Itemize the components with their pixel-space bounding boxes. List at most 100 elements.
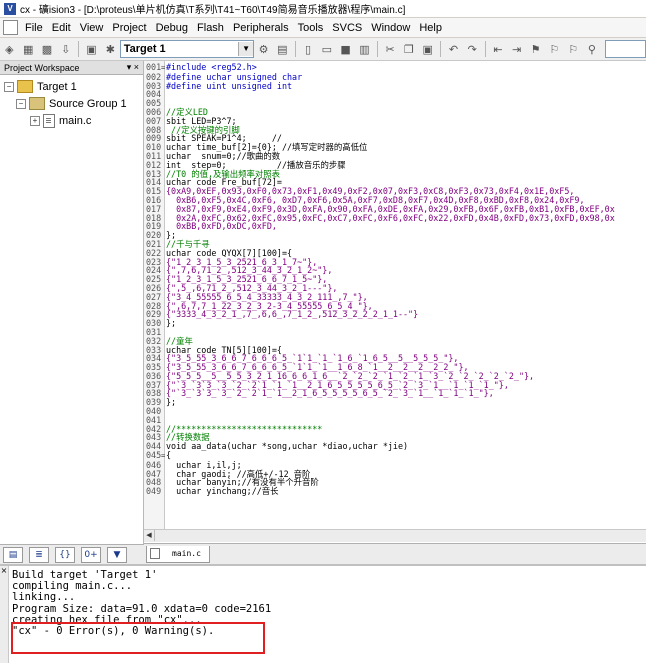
code-text: #define uint unsigned int — [166, 80, 293, 91]
collapse-icon[interactable]: − — [4, 81, 14, 92]
menu-debug[interactable]: Debug — [153, 22, 194, 34]
save-icon[interactable]: ■ — [338, 41, 353, 57]
menu-svcs[interactable]: SVCS — [329, 22, 368, 34]
document-icon[interactable] — [3, 20, 18, 35]
redo-icon[interactable]: ↷ — [465, 41, 480, 57]
toolbar-separator — [484, 41, 486, 57]
templates-tab-icon[interactable]: 0+ — [81, 546, 101, 563]
select-device-icon[interactable]: ⚙ — [256, 41, 271, 57]
project-tree: − Target 1 − Source Group 1 + main.c — [0, 75, 143, 129]
code-line[interactable]: 038 {"`3_`3`3_`3_`2_`2`1_`1__2_1_6_5_5_5_… — [146, 389, 615, 398]
code-line[interactable]: 049 uchar yinchang;//音长 — [146, 487, 615, 496]
output-line: linking... — [12, 591, 76, 604]
tab-main-c[interactable]: main.c — [146, 545, 210, 563]
build-toolbar: ◈ ▦ ▩ ⇩ ▣ ✱ Target 1 ▼ ⚙ ▤ ▯ ▭ ■ ▥ ✂ ❐ ▣… — [0, 38, 646, 61]
tree-label-file: main.c — [59, 114, 92, 127]
regs-tab-icon[interactable]: ▼ — [107, 546, 127, 563]
copy-icon[interactable]: ❐ — [402, 41, 417, 57]
bookmark-icon[interactable]: ⚑ — [528, 41, 543, 57]
paste-icon[interactable]: ▣ — [420, 41, 435, 57]
prev-bookmark-icon[interactable]: ⚐ — [547, 41, 562, 57]
code-text: { — [166, 450, 172, 461]
chevron-down-icon[interactable]: ▼ — [238, 42, 254, 56]
menu-window[interactable]: Window — [368, 22, 416, 34]
code-line[interactable]: 004 — [146, 90, 615, 99]
files-tab-icon[interactable]: ▤ — [3, 546, 23, 563]
build-icon[interactable]: ▦ — [21, 41, 36, 57]
window-title: cx - 礦ision3 - [D:\proteus\单片机仿真\T系列\T41… — [20, 5, 406, 16]
target-select-value: Target 1 — [123, 43, 166, 55]
tree-item-main-c[interactable]: + main.c — [0, 112, 143, 129]
menu-peripherals[interactable]: Peripherals — [230, 22, 295, 34]
code-line[interactable]: 005 — [146, 99, 615, 108]
workspace-title: Project Workspace — [4, 62, 80, 73]
new-file-icon[interactable]: ▯ — [301, 41, 316, 57]
manage-components-icon[interactable]: ▤ — [275, 41, 290, 57]
find-input[interactable] — [605, 40, 646, 58]
save-all-icon[interactable]: ▥ — [357, 41, 372, 57]
code-line[interactable]: 030}; — [146, 319, 615, 328]
close-icon[interactable]: ▾ × — [127, 62, 139, 73]
code-text: uchar yinchang;//音长 — [166, 486, 279, 497]
stop-build-icon[interactable]: ▣ — [84, 41, 99, 57]
tab-label: main.c — [172, 549, 201, 558]
code-line[interactable]: 039}; — [146, 398, 615, 407]
tree-item-target[interactable]: − Target 1 — [0, 78, 143, 95]
download-icon[interactable]: ⇩ — [58, 41, 73, 57]
expand-icon[interactable]: + — [30, 115, 40, 126]
project-workspace: Project Workspace ▾ × − Target 1 − Sourc… — [0, 61, 144, 549]
tree-item-source-group[interactable]: − Source Group 1 — [0, 95, 143, 112]
source-code[interactable]: 001=#include <reg52.h> 002 #define uchar u… — [146, 63, 615, 496]
menu-edit[interactable]: Edit — [49, 22, 77, 34]
uvision-app-icon: V — [4, 2, 16, 15]
code-line[interactable]: 040 — [146, 407, 615, 416]
folder-icon — [29, 97, 45, 110]
books-tab-icon[interactable]: ≣ — [29, 546, 49, 563]
code-text: }; — [166, 397, 177, 408]
menu-flash[interactable]: Flash — [194, 22, 230, 34]
horizontal-scrollbar[interactable]: ◀ — [144, 529, 646, 542]
code-text: {"3333_4_3_2_1_,7_,6,6_,7_1_2_,512_3_2_2… — [166, 309, 419, 320]
menu-project[interactable]: Project — [109, 22, 152, 34]
code-line[interactable]: 020}; — [146, 231, 615, 240]
code-line[interactable]: 029 {"3333_4_3_2_1_,7_,6,6_,7_1_2_,512_3_… — [146, 310, 615, 319]
next-bookmark-icon[interactable]: ⚐ — [566, 41, 581, 57]
line-number: 049 — [146, 486, 162, 497]
code-line[interactable]: 019 0xBB,0xFD,0xDC,0xFD, — [146, 222, 615, 231]
toolbar-separator — [78, 41, 80, 57]
translate-icon[interactable]: ◈ — [2, 41, 17, 57]
scroll-left-icon[interactable]: ◀ — [144, 530, 155, 541]
menu-bar: File Edit View Project Debug Flash Perip… — [0, 18, 646, 38]
rebuild-icon[interactable]: ▩ — [40, 41, 55, 57]
tree-label-group: Source Group 1 — [49, 97, 127, 110]
line-number: 001 — [146, 62, 162, 72]
undo-icon[interactable]: ↶ — [446, 41, 461, 57]
functions-tab-icon[interactable]: {} — [55, 546, 75, 563]
collapse-icon[interactable]: − — [16, 98, 26, 109]
indent-icon[interactable]: ⇤ — [491, 41, 506, 57]
open-file-icon[interactable]: ▭ — [319, 41, 334, 57]
menu-help[interactable]: Help — [416, 22, 448, 34]
code-text: 0xBB,0xFD,0xDC,0xFD, — [166, 221, 277, 232]
unindent-icon[interactable]: ⇥ — [509, 41, 524, 57]
target-options-icon[interactable]: ✱ — [103, 41, 118, 57]
c-file-icon — [43, 113, 55, 128]
code-line[interactable]: 003 #define uint unsigned int — [146, 80, 615, 91]
menu-tools[interactable]: Tools — [295, 22, 330, 34]
target-select[interactable]: Target 1 ▼ — [119, 40, 255, 58]
code-line[interactable]: 031 — [146, 328, 615, 337]
toolbar-separator — [440, 41, 442, 57]
tree-label-target: Target 1 — [37, 80, 77, 93]
workspace-header: Project Workspace ▾ × — [0, 61, 143, 75]
code-line[interactable]: 044 void aa_data(uchar *song,uchar *diao,… — [146, 442, 615, 451]
cut-icon[interactable]: ✂ — [383, 41, 398, 57]
menu-file[interactable]: File — [22, 22, 49, 34]
code-text: }; — [166, 318, 177, 329]
find-in-files-icon[interactable]: ⚲ — [585, 41, 600, 57]
editor-tabs: main.c — [144, 543, 646, 564]
code-line[interactable]: 042//***************************** — [146, 424, 615, 434]
menu-view[interactable]: View — [77, 22, 110, 34]
close-icon[interactable]: × — [0, 566, 9, 663]
code-editor[interactable]: 001=#include <reg52.h> 002 #define uchar u… — [144, 61, 646, 529]
code-text: {"`3_`3`3_`3_`2_`2`1_`1__2_1_6_5_5_5_5_6… — [166, 388, 494, 399]
